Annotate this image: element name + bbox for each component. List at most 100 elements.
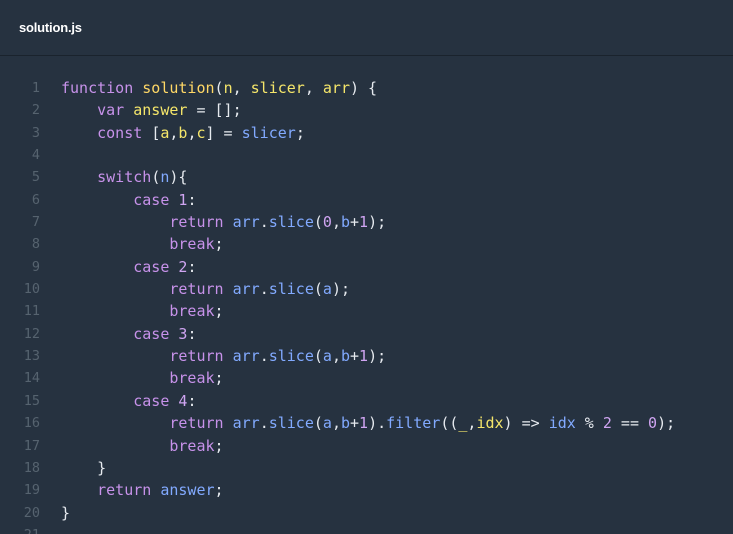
code-token: ; bbox=[214, 481, 224, 500]
code-token: ){ bbox=[169, 168, 188, 187]
code-token: case bbox=[133, 391, 179, 410]
code-token: == bbox=[611, 414, 649, 433]
code-token: ( bbox=[313, 414, 323, 433]
code-token: ); bbox=[657, 414, 676, 433]
line-number: 9 bbox=[31, 258, 40, 275]
code-token: 1 bbox=[359, 414, 369, 433]
line-number: 21 bbox=[0, 524, 40, 534]
code-text: switch(n){ bbox=[61, 166, 187, 188]
code-token: break bbox=[169, 436, 215, 455]
code-text: function solution(n, slicer, arr) { bbox=[61, 77, 377, 99]
code-token: slicer bbox=[241, 123, 296, 142]
code-token: ) => bbox=[503, 414, 549, 433]
code-text: } bbox=[61, 457, 106, 479]
line-number: 4 bbox=[31, 147, 40, 164]
code-token: 0 bbox=[648, 414, 658, 433]
code-text: return answer; bbox=[61, 479, 224, 501]
code-token: + bbox=[350, 213, 360, 232]
code-token: break bbox=[169, 302, 215, 321]
code-token: a bbox=[322, 347, 332, 366]
code-token: b bbox=[340, 414, 350, 433]
code-line: 12 case 3: bbox=[0, 323, 733, 345]
code-line: 14 break; bbox=[0, 367, 733, 389]
line-number: 13 bbox=[23, 348, 40, 365]
code-token: slice bbox=[268, 414, 314, 433]
code-token: solution bbox=[142, 79, 215, 97]
code-text: break; bbox=[61, 300, 224, 322]
line-number: 1 bbox=[31, 80, 40, 96]
code-token: : bbox=[187, 257, 197, 276]
code-editor[interactable]: 1 function solution(n, slicer, arr) { 2 va… bbox=[0, 57, 733, 534]
code-token: . bbox=[259, 280, 269, 299]
code-line: 4 bbox=[0, 144, 733, 166]
code-text: var answer = []; bbox=[61, 99, 242, 121]
code-lines: 1 function solution(n, slicer, arr) { 2 va… bbox=[0, 77, 733, 534]
code-token: slice bbox=[268, 213, 314, 232]
code-token: ( bbox=[313, 347, 323, 366]
code-token: ; bbox=[214, 369, 224, 388]
line-number: 15 bbox=[23, 392, 40, 409]
line-number: 2 bbox=[31, 102, 40, 119]
code-line: 10 return arr.slice(a); bbox=[0, 278, 733, 300]
code-token: , bbox=[304, 79, 323, 97]
code-token: , bbox=[331, 414, 341, 433]
code-text: const [a,b,c] = slicer; bbox=[61, 122, 305, 144]
code-token: answer bbox=[133, 101, 188, 120]
code-token: ( bbox=[313, 280, 323, 299]
code-token: : bbox=[187, 391, 197, 410]
code-token: answer bbox=[160, 481, 215, 500]
code-line: 15 case 4: bbox=[0, 390, 733, 412]
code-token: arr bbox=[232, 280, 260, 299]
code-text: break; bbox=[61, 233, 223, 255]
line-number: 11 bbox=[23, 303, 40, 320]
code-token: break bbox=[169, 369, 215, 388]
line-number: 3 bbox=[31, 124, 40, 141]
line-number: 10 bbox=[23, 281, 40, 298]
code-token: ; bbox=[214, 302, 224, 321]
code-text: case 3: bbox=[61, 323, 196, 345]
code-token: return bbox=[169, 347, 233, 366]
code-token: const bbox=[97, 123, 152, 142]
code-token: , bbox=[232, 79, 251, 97]
code-token: case bbox=[133, 257, 179, 276]
code-text: case 1: bbox=[61, 189, 196, 211]
code-token: ); bbox=[368, 347, 387, 366]
code-token: 2 bbox=[602, 414, 612, 433]
line-number: 5 bbox=[31, 169, 40, 186]
code-line: 18 } bbox=[0, 457, 733, 479]
code-token: arr bbox=[232, 347, 260, 366]
code-line: 11 break; bbox=[0, 300, 733, 322]
line-number: 20 bbox=[23, 504, 40, 521]
code-line: 5 switch(n){ bbox=[0, 166, 733, 188]
code-token: ( bbox=[151, 168, 161, 187]
code-line: 8 break; bbox=[0, 233, 733, 255]
code-text: return arr.slice(0,b+1); bbox=[61, 211, 386, 233]
code-line: 7 return arr.slice(0,b+1); bbox=[0, 211, 733, 233]
code-token: slicer bbox=[250, 79, 305, 97]
code-line: 13 return arr.slice(a,b+1); bbox=[0, 345, 733, 367]
code-token: : bbox=[187, 190, 197, 209]
line-number: 16 bbox=[23, 415, 40, 432]
code-token: ). bbox=[368, 414, 387, 433]
code-token: , bbox=[331, 347, 341, 366]
code-token: n bbox=[223, 79, 233, 97]
code-token: ); bbox=[368, 213, 387, 232]
code-token: var bbox=[97, 101, 134, 120]
line-number: 19 bbox=[23, 482, 40, 499]
code-token: . bbox=[259, 213, 269, 232]
code-token: ; bbox=[295, 123, 305, 142]
code-token: return bbox=[169, 280, 233, 299]
code-line: 20} bbox=[0, 502, 733, 524]
code-token: case bbox=[133, 324, 179, 343]
